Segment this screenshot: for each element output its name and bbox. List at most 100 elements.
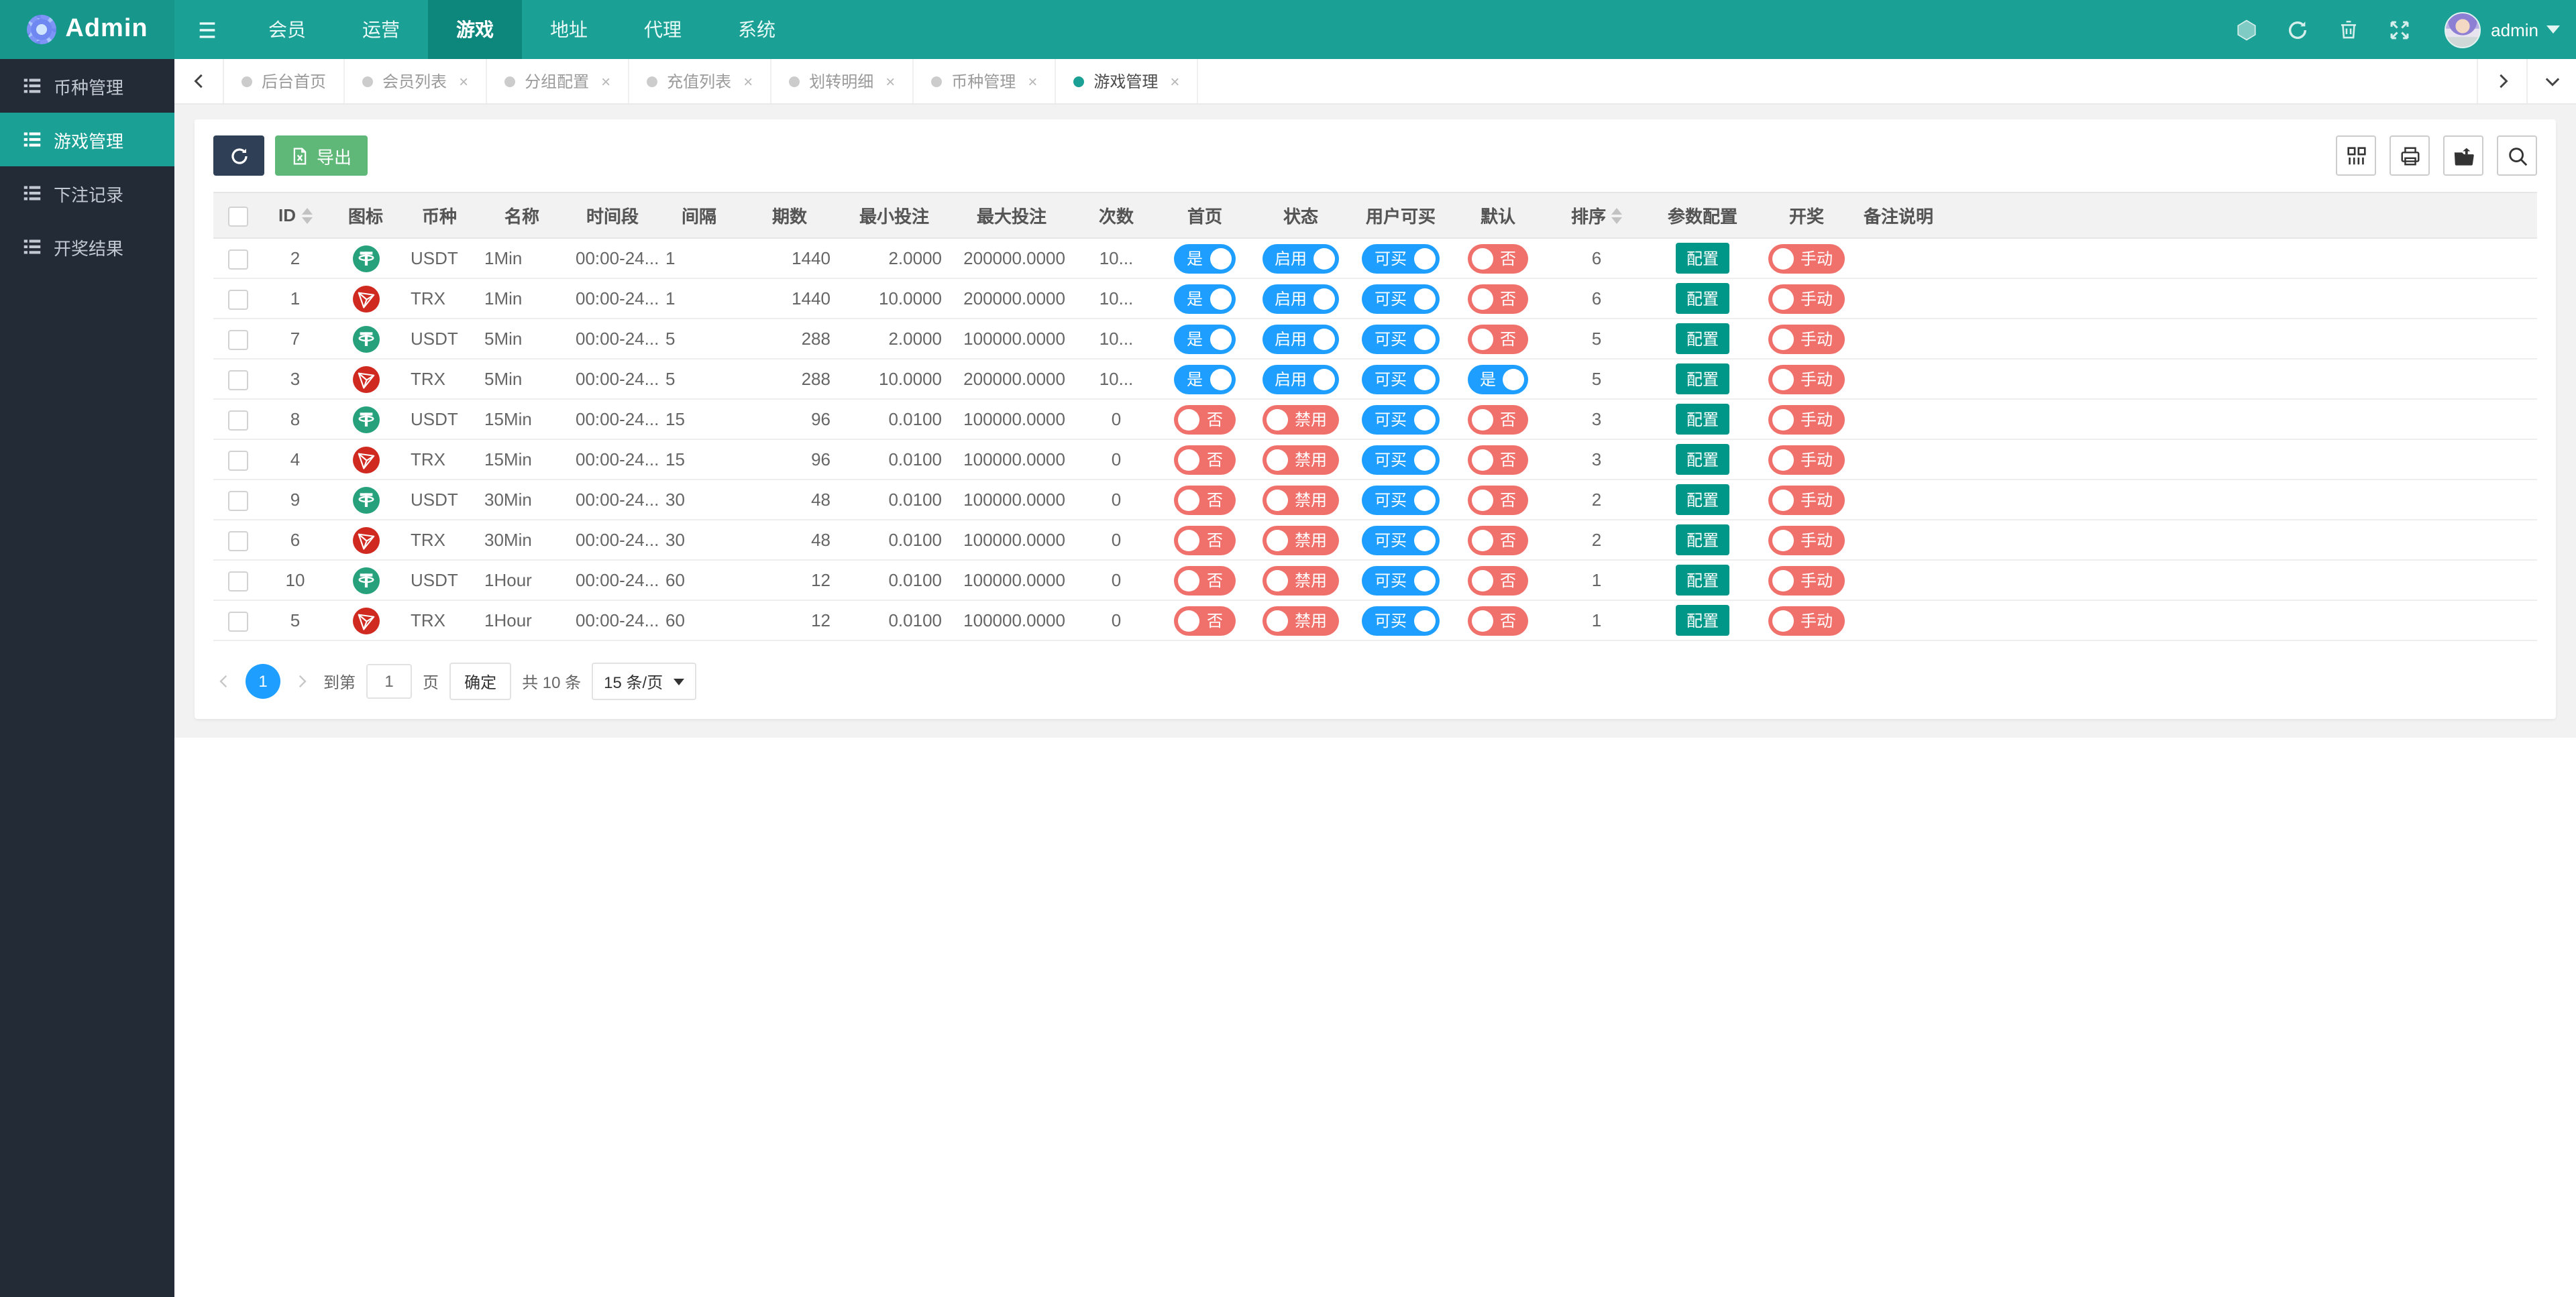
fullscreen-icon[interactable] [2374, 0, 2425, 59]
row-checkbox[interactable] [227, 490, 248, 510]
tab-close-icon[interactable]: × [1028, 73, 1037, 89]
toggle-switch[interactable]: 是 [1175, 243, 1235, 273]
row-checkbox[interactable] [227, 329, 248, 349]
toggle-switch[interactable]: 手动 [1768, 606, 1845, 635]
toggle-switch[interactable]: 否 [1175, 525, 1235, 555]
col-sort[interactable]: 排序 [1546, 192, 1648, 238]
toggle-switch[interactable]: 可买 [1362, 565, 1439, 595]
export-icon[interactable] [2443, 135, 2483, 176]
tab-game-manage[interactable]: 游戏管理× [1056, 59, 1198, 103]
toggle-switch[interactable]: 可买 [1362, 485, 1439, 514]
tabs-menu-icon[interactable] [2526, 59, 2576, 103]
columns-icon[interactable] [2336, 135, 2376, 176]
toggle-switch[interactable]: 是 [1468, 364, 1528, 394]
config-button[interactable]: 配置 [1676, 565, 1729, 596]
toggle-switch[interactable]: 手动 [1768, 284, 1845, 313]
hexagon-icon[interactable] [2221, 0, 2272, 59]
toggle-switch[interactable]: 否 [1468, 565, 1528, 595]
collapse-menu-icon[interactable] [174, 0, 240, 59]
toggle-switch[interactable]: 否 [1468, 324, 1528, 353]
toggle-switch[interactable]: 可买 [1362, 284, 1439, 313]
current-page[interactable]: 1 [246, 664, 280, 699]
row-checkbox[interactable] [227, 249, 248, 269]
user-avatar[interactable] [2444, 11, 2480, 48]
toggle-switch[interactable]: 可买 [1362, 243, 1439, 273]
toggle-switch[interactable]: 否 [1175, 606, 1235, 635]
tab-home[interactable]: 后台首页 [224, 59, 345, 103]
config-button[interactable]: 配置 [1676, 243, 1729, 274]
toggle-switch[interactable]: 否 [1175, 485, 1235, 514]
toggle-switch[interactable]: 手动 [1768, 243, 1845, 273]
config-button[interactable]: 配置 [1676, 363, 1729, 394]
next-page-icon[interactable] [291, 671, 313, 692]
toggle-switch[interactable]: 否 [1175, 404, 1235, 434]
nav-item-agent[interactable]: 代理 [616, 0, 710, 59]
toggle-switch[interactable]: 否 [1468, 243, 1528, 273]
toggle-switch[interactable]: 否 [1468, 445, 1528, 474]
sort-icon[interactable] [301, 207, 312, 223]
row-checkbox[interactable] [227, 450, 248, 470]
toggle-switch[interactable]: 可买 [1362, 364, 1439, 394]
toggle-switch[interactable]: 禁用 [1263, 404, 1339, 434]
config-button[interactable]: 配置 [1676, 524, 1729, 555]
toggle-switch[interactable]: 可买 [1362, 324, 1439, 353]
config-button[interactable]: 配置 [1676, 605, 1729, 636]
row-checkbox[interactable] [227, 370, 248, 390]
tab-close-icon[interactable]: × [1170, 73, 1179, 89]
toggle-switch[interactable]: 手动 [1768, 404, 1845, 434]
toggle-switch[interactable]: 禁用 [1263, 485, 1339, 514]
goto-confirm-button[interactable]: 确定 [449, 663, 511, 700]
row-checkbox[interactable] [227, 289, 248, 309]
toggle-switch[interactable]: 是 [1175, 284, 1235, 313]
search-icon[interactable] [2497, 135, 2537, 176]
goto-page-input[interactable] [366, 664, 412, 699]
nav-item-system[interactable]: 系统 [710, 0, 804, 59]
tab-close-icon[interactable]: × [601, 73, 610, 89]
nav-item-address[interactable]: 地址 [522, 0, 616, 59]
row-checkbox[interactable] [227, 611, 248, 631]
toggle-switch[interactable]: 启用 [1263, 364, 1339, 394]
export-button[interactable]: 导出 [275, 135, 368, 176]
tab-recharge-list[interactable]: 充值列表× [629, 59, 771, 103]
nav-item-game[interactable]: 游戏 [428, 0, 522, 59]
toggle-switch[interactable]: 启用 [1263, 243, 1339, 273]
config-button[interactable]: 配置 [1676, 323, 1729, 354]
tab-currency-manage[interactable]: 币种管理× [914, 59, 1056, 103]
toggle-switch[interactable]: 禁用 [1263, 445, 1339, 474]
toggle-switch[interactable]: 是 [1175, 324, 1235, 353]
prev-page-icon[interactable] [213, 671, 235, 692]
config-button[interactable]: 配置 [1676, 444, 1729, 475]
tab-close-icon[interactable]: × [459, 73, 468, 89]
tab-transfer-detail[interactable]: 划转明细× [771, 59, 914, 103]
page-size-select[interactable]: 15 条/页 [592, 663, 696, 700]
toggle-switch[interactable]: 可买 [1362, 525, 1439, 555]
toggle-switch[interactable]: 否 [1468, 606, 1528, 635]
toggle-switch[interactable]: 手动 [1768, 364, 1845, 394]
tab-close-icon[interactable]: × [743, 73, 753, 89]
toggle-switch[interactable]: 启用 [1263, 284, 1339, 313]
tab-member-list[interactable]: 会员列表× [345, 59, 487, 103]
toggle-switch[interactable]: 否 [1468, 525, 1528, 555]
refresh-button[interactable] [213, 135, 264, 176]
toggle-switch[interactable]: 否 [1468, 485, 1528, 514]
toggle-switch[interactable]: 禁用 [1263, 606, 1339, 635]
sidebar-item-currency-manage[interactable]: 币种管理 [0, 59, 174, 113]
tab-close-icon[interactable]: × [885, 73, 895, 89]
config-button[interactable]: 配置 [1676, 404, 1729, 435]
config-button[interactable]: 配置 [1676, 283, 1729, 314]
row-checkbox[interactable] [227, 571, 248, 591]
user-menu[interactable]: admin [2491, 19, 2560, 40]
toggle-switch[interactable]: 可买 [1362, 445, 1439, 474]
toggle-switch[interactable]: 否 [1175, 565, 1235, 595]
sidebar-item-lottery-result[interactable]: 开奖结果 [0, 220, 174, 274]
toggle-switch[interactable]: 可买 [1362, 606, 1439, 635]
toggle-switch[interactable]: 否 [1468, 284, 1528, 313]
refresh-icon[interactable] [2272, 0, 2323, 59]
tab-group-config[interactable]: 分组配置× [487, 59, 629, 103]
toggle-switch[interactable]: 手动 [1768, 565, 1845, 595]
toggle-switch[interactable]: 手动 [1768, 525, 1845, 555]
print-icon[interactable] [2390, 135, 2430, 176]
toggle-switch[interactable]: 是 [1175, 364, 1235, 394]
toggle-switch[interactable]: 启用 [1263, 324, 1339, 353]
sidebar-item-game-manage[interactable]: 游戏管理 [0, 113, 174, 166]
